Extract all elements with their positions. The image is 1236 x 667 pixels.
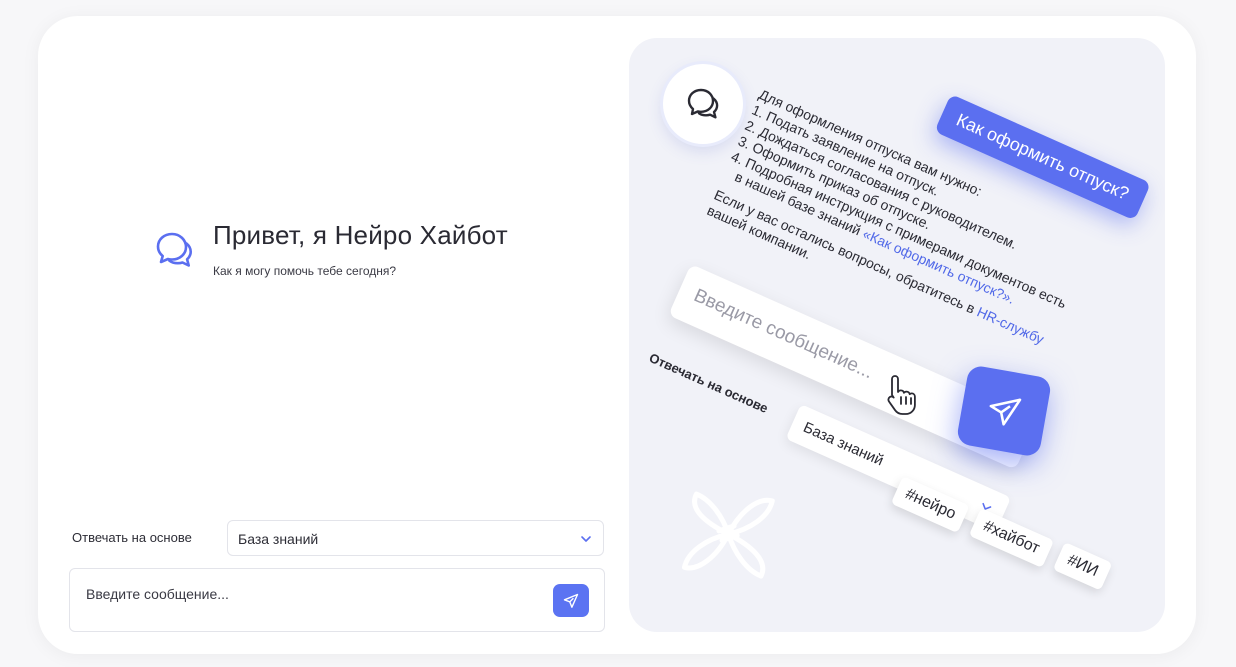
hand-pointer-icon — [887, 375, 916, 415]
paper-plane-icon — [563, 593, 579, 608]
chat-bubble-icon — [687, 88, 719, 119]
flower-logo-icon — [681, 491, 775, 579]
answer-source-label: Отвечать на основе — [72, 530, 192, 545]
paper-plane-icon — [989, 398, 1022, 426]
chevron-down-icon — [581, 536, 591, 542]
tag-ai: #ИИ — [1052, 542, 1113, 591]
illustration-input-placeholder: Введите сообщение... — [690, 285, 877, 384]
illustration-panel: Для оформления отпуска вам нужно: 1. Под… — [629, 38, 1165, 632]
send-button[interactable] — [553, 584, 589, 617]
illustration-source-value: База знаний — [800, 418, 887, 470]
source-select[interactable]: База знаний — [227, 520, 604, 556]
tag-hybot: #хайбот — [968, 508, 1054, 568]
chat-bubbles-icon — [156, 232, 192, 267]
illustration-answer-label: Отвечать на основе — [646, 350, 771, 416]
illustration-send-button — [955, 364, 1053, 458]
message-input[interactable]: Введите сообщение... — [69, 568, 605, 632]
source-select-value: База знаний — [238, 531, 319, 547]
bot-avatar — [663, 64, 743, 144]
answer-source-row: Отвечать на основе База знаний — [72, 520, 604, 556]
page-subtitle: Как я могу помочь тебе сегодня? — [213, 264, 397, 278]
page-title: Привет, я Нейро Хайбот — [213, 220, 508, 250]
message-placeholder: Введите сообщение... — [86, 586, 229, 602]
